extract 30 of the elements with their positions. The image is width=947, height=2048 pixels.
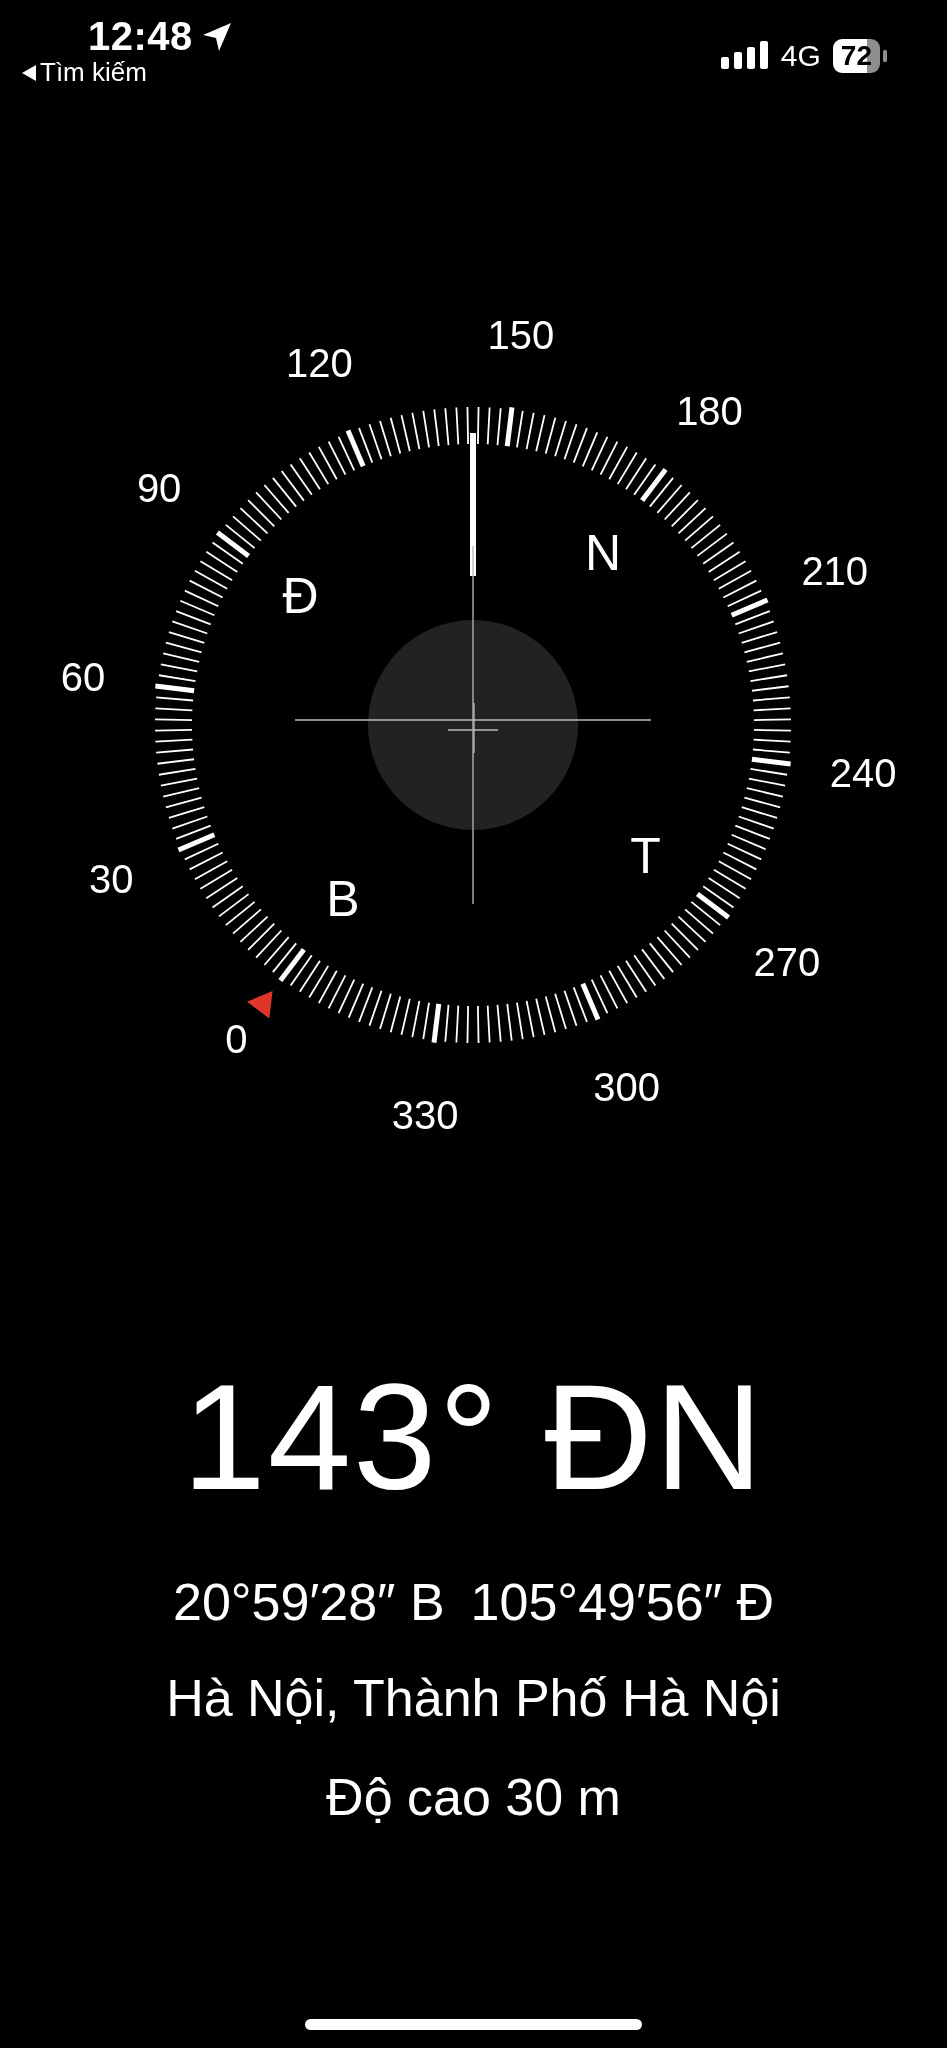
cardinal-letter: N	[584, 525, 622, 582]
place-name: Hà Nội, Thành Phố Hà Nội	[166, 1668, 781, 1729]
clock-time: 12:48	[88, 14, 193, 59]
dial-number: 90	[136, 466, 182, 511]
altitude: Độ cao 30 m	[326, 1767, 621, 1828]
back-link[interactable]: Tìm kiếm	[22, 57, 233, 88]
dial-number: 150	[487, 312, 555, 357]
dial-number: 60	[60, 655, 106, 700]
battery-indicator: 72	[832, 39, 880, 73]
dial-number: 180	[676, 389, 743, 434]
dial-number: 120	[286, 341, 353, 386]
dial-number: 270	[753, 939, 821, 984]
dial-number: 210	[801, 549, 869, 594]
latitude: 20°59′28″ B	[173, 1572, 445, 1633]
longitude: 105°49′56″ Đ	[470, 1572, 774, 1633]
dial-number: 0	[225, 1016, 248, 1061]
cardinal-letter: Đ	[282, 568, 319, 624]
battery-tip-icon	[883, 50, 887, 62]
dial-number: 30	[89, 856, 134, 901]
home-indicator[interactable]	[305, 2019, 642, 2030]
dial-number: 330	[391, 1093, 459, 1138]
cardinal-letter: T	[630, 828, 661, 884]
north-marker-icon	[246, 990, 273, 1019]
heading-readout: 143° ĐN	[182, 1362, 765, 1512]
network-type: 4G	[780, 39, 821, 73]
signal-icon	[720, 41, 769, 71]
back-triangle-icon	[22, 64, 36, 81]
cardinal-letter: B	[326, 870, 360, 927]
dial-number: 300	[593, 1064, 660, 1109]
dial-number: 240	[829, 750, 897, 795]
